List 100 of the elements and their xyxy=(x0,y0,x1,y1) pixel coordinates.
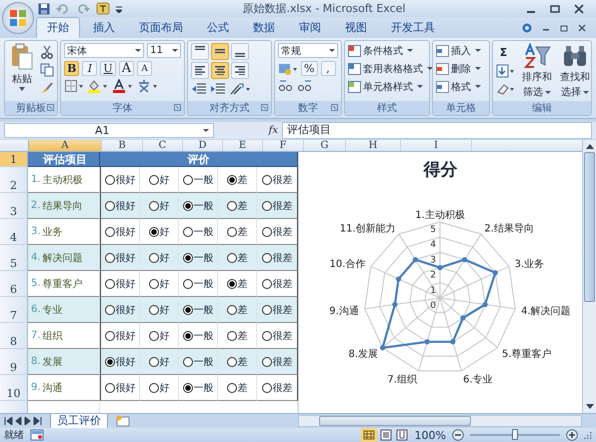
autosum-button[interactable]: Σ xyxy=(496,45,511,60)
formula-input[interactable]: 评估项目 xyxy=(282,122,592,139)
scissors-icon[interactable] xyxy=(40,45,54,59)
row-header[interactable]: 3 xyxy=(0,193,28,219)
radio-option[interactable]: 好 xyxy=(148,276,170,290)
radio-option[interactable]: 差 xyxy=(226,328,248,342)
ribbon-tab[interactable]: 公式 xyxy=(196,17,240,38)
name-box[interactable]: A1 xyxy=(4,123,214,138)
new-sheet-icon[interactable] xyxy=(114,415,132,427)
row-header[interactable]: 5 xyxy=(0,245,28,271)
find-select-button[interactable]: 查找和 选择 xyxy=(558,43,592,99)
close-icon[interactable] xyxy=(578,24,586,32)
font-name-field[interactable]: 宋体 xyxy=(64,43,144,58)
ribbon-tab[interactable]: 开发工具 xyxy=(380,17,446,38)
row-header[interactable]: 8 xyxy=(0,323,28,349)
customize-icon[interactable] xyxy=(116,4,122,12)
radio-option[interactable]: 好 xyxy=(148,224,170,238)
office-button[interactable] xyxy=(2,2,34,34)
radio-option[interactable]: 一般 xyxy=(182,328,214,342)
bold-button[interactable]: B xyxy=(64,61,80,76)
tool-icon[interactable] xyxy=(96,2,110,15)
column-header[interactable]: D xyxy=(183,140,223,151)
scrollbar-thumb[interactable] xyxy=(584,152,595,302)
radio-option[interactable]: 差 xyxy=(226,380,248,394)
fill-color-icon[interactable] xyxy=(87,79,110,93)
radio-option[interactable]: 好 xyxy=(148,328,170,342)
column-header[interactable]: F xyxy=(263,140,304,151)
help-icon[interactable] xyxy=(522,23,532,33)
ribbon-tab[interactable]: 视图 xyxy=(334,17,378,38)
font-size-field[interactable]: 11 xyxy=(147,43,182,58)
number-format-field[interactable]: 常规 xyxy=(278,43,338,58)
close-icon[interactable] xyxy=(574,4,584,14)
paste-button[interactable]: 粘贴 xyxy=(8,43,36,91)
radio-option[interactable]: 一般 xyxy=(182,224,214,238)
zoom-level[interactable]: 100% xyxy=(414,428,446,442)
dialog-launcher-icon[interactable] xyxy=(174,104,182,111)
radio-option[interactable]: 很差 xyxy=(262,328,292,342)
zoom-in-icon[interactable] xyxy=(566,429,578,441)
radio-option[interactable]: 很差 xyxy=(262,276,292,290)
phonetic-guide-icon[interactable] xyxy=(137,79,160,93)
radio-option[interactable]: 一般 xyxy=(182,276,214,290)
align-button[interactable] xyxy=(211,43,230,60)
normal-view-icon[interactable] xyxy=(360,428,377,442)
decrease-decimal-icon[interactable] xyxy=(297,79,314,93)
align-button[interactable] xyxy=(191,43,210,60)
column-header[interactable]: G xyxy=(304,140,346,151)
resize-grip-icon[interactable] xyxy=(584,431,592,439)
cells-menu-button[interactable]: 插入 xyxy=(436,43,482,58)
ribbon-tab[interactable]: 页面布局 xyxy=(128,17,194,38)
radio-option[interactable]: 很差 xyxy=(262,380,292,394)
comma-button[interactable]: , xyxy=(320,61,336,76)
eraser-icon[interactable] xyxy=(496,82,516,96)
increase-decimal-icon[interactable] xyxy=(278,79,294,93)
increase-indent-icon[interactable] xyxy=(210,82,226,96)
macro-record-icon[interactable] xyxy=(30,429,44,441)
restore-icon[interactable] xyxy=(560,24,568,32)
column-header[interactable]: B xyxy=(102,140,143,151)
column-header[interactable]: H xyxy=(346,140,401,151)
ribbon-tab[interactable]: 审阅 xyxy=(288,17,332,38)
maximize-icon[interactable] xyxy=(550,4,560,14)
radio-option[interactable]: 很差 xyxy=(262,172,292,186)
underline-button[interactable]: U xyxy=(100,61,116,76)
column-header[interactable]: I xyxy=(401,140,472,151)
shrink-font-button[interactable]: A xyxy=(137,61,152,76)
ribbon-tab[interactable]: 开始 xyxy=(36,17,80,38)
page-break-icon[interactable] xyxy=(394,428,409,442)
style-menu-button[interactable]: 单元格样式 xyxy=(348,79,424,94)
align-button[interactable] xyxy=(231,62,250,79)
scroll-down-icon[interactable] xyxy=(586,404,594,410)
insert-function-button[interactable]: fx xyxy=(268,125,278,136)
radio-option[interactable]: 一般 xyxy=(182,172,214,186)
ribbon-tab[interactable]: 插入 xyxy=(82,17,126,38)
radio-option[interactable]: 差 xyxy=(226,224,248,238)
radio-option[interactable]: 一般 xyxy=(182,380,214,394)
row-header[interactable]: 4 xyxy=(0,219,28,245)
column-header[interactable]: C xyxy=(143,140,183,151)
radio-option[interactable]: 差 xyxy=(226,172,248,186)
scroll-up-icon[interactable] xyxy=(586,143,594,149)
row-header[interactable]: 6 xyxy=(0,271,28,297)
row-header[interactable]: 2 xyxy=(0,167,28,193)
align-button[interactable] xyxy=(211,62,230,79)
italic-button[interactable]: I xyxy=(82,61,98,76)
dialog-launcher-icon[interactable] xyxy=(331,104,338,111)
grow-font-button[interactable]: A xyxy=(118,61,134,76)
ribbon-tab[interactable]: 数据 xyxy=(242,17,286,38)
page-layout-icon[interactable] xyxy=(378,428,393,442)
decrease-indent-icon[interactable] xyxy=(191,82,208,96)
column-header[interactable]: E xyxy=(223,140,263,151)
style-menu-button[interactable]: 条件格式 xyxy=(348,43,414,58)
cells-menu-button[interactable]: 格式 xyxy=(436,79,482,94)
brush-icon[interactable] xyxy=(40,81,54,95)
horizontal-scrollbar[interactable] xyxy=(298,415,582,427)
align-button[interactable] xyxy=(231,43,250,60)
fill-down-icon[interactable] xyxy=(496,64,516,78)
sheet-tab[interactable]: 员工评价 xyxy=(50,414,108,428)
sort-filter-button[interactable]: 排序和 筛选 xyxy=(520,43,554,99)
radio-option[interactable]: 差 xyxy=(226,276,248,290)
vertical-scrollbar[interactable] xyxy=(582,140,596,413)
row-header[interactable]: 1 xyxy=(0,152,28,167)
scrollbar-thumb[interactable] xyxy=(319,416,471,426)
